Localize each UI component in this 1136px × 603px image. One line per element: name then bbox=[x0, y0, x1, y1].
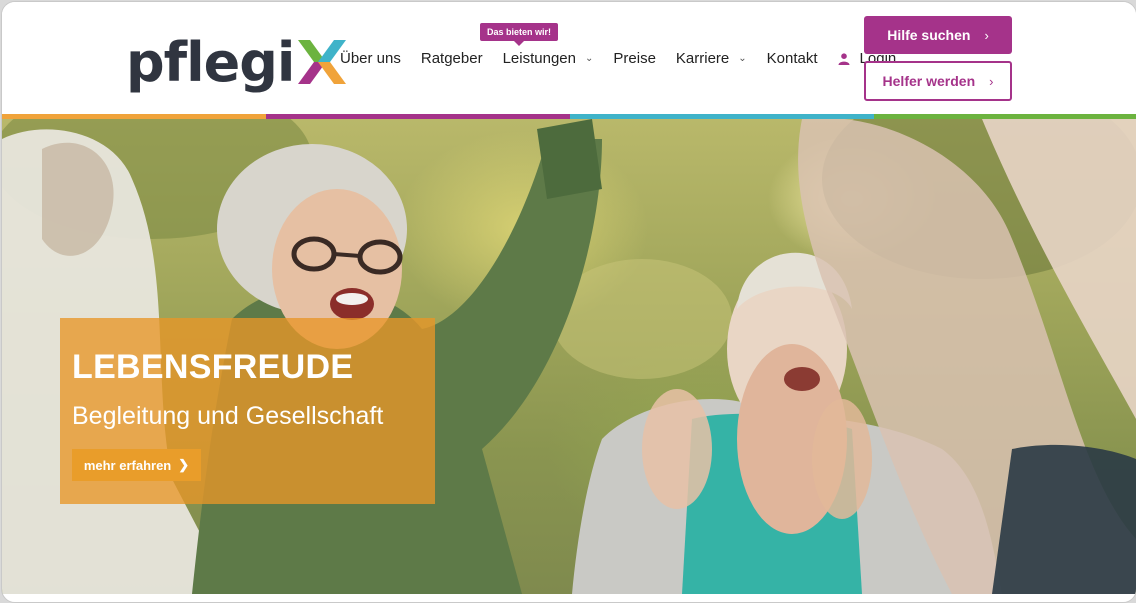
logo-wordmark: pflegi bbox=[126, 31, 295, 94]
chevron-down-icon: ⌄ bbox=[738, 53, 747, 64]
hero-subtitle: Begleitung und Gesellschaft bbox=[72, 402, 384, 430]
services-badge: Das bieten wir! bbox=[480, 23, 559, 46]
nav-item-karriere[interactable]: Karriere ⌄ bbox=[676, 50, 747, 67]
nav-item-label: Kontakt bbox=[766, 50, 818, 67]
pflegix-logo[interactable]: pflegi bbox=[126, 26, 348, 90]
nav-item-ueber-uns[interactable]: Über uns bbox=[340, 50, 401, 67]
learn-more-label: mehr erfahren bbox=[83, 457, 172, 473]
nav-item-label: Ratgeber bbox=[420, 50, 483, 67]
chevron-down-icon: ⌄ bbox=[585, 53, 594, 64]
become-helper-label: Helfer werden bbox=[882, 73, 976, 89]
nav-item-label: Karriere bbox=[675, 50, 730, 67]
user-icon bbox=[838, 52, 850, 65]
chevron-right-icon: › bbox=[989, 73, 994, 89]
find-help-button[interactable]: Hilfe suchen › bbox=[864, 16, 1012, 54]
nav-item-label: Leistungen bbox=[502, 50, 576, 67]
main-nav: Über uns Ratgeber Leistungen ⌄ Preise Ka… bbox=[340, 50, 916, 67]
nav-item-leistungen[interactable]: Leistungen ⌄ bbox=[503, 50, 594, 67]
nav-item-kontakt[interactable]: Kontakt bbox=[767, 50, 818, 67]
nav-item-label: Preise bbox=[613, 50, 656, 67]
find-help-label: Hilfe suchen bbox=[887, 27, 971, 43]
chevron-right-icon: ❯ bbox=[178, 457, 190, 472]
hero-title: LEBENSFREUDE bbox=[72, 348, 354, 386]
site-header: pflegi Das bieten wir! Über uns Ratgeber… bbox=[2, 2, 1136, 115]
become-helper-button[interactable]: Helfer werden › bbox=[864, 61, 1012, 101]
chevron-right-icon: › bbox=[984, 27, 989, 43]
learn-more-button[interactable]: mehr erfahren ❯ bbox=[72, 449, 201, 481]
nav-item-ratgeber[interactable]: Ratgeber bbox=[421, 50, 483, 67]
browser-frame: pflegi Das bieten wir! Über uns Ratgeber… bbox=[1, 1, 1136, 603]
nav-item-preise[interactable]: Preise bbox=[613, 50, 656, 67]
nav-item-label: Über uns bbox=[340, 50, 401, 67]
